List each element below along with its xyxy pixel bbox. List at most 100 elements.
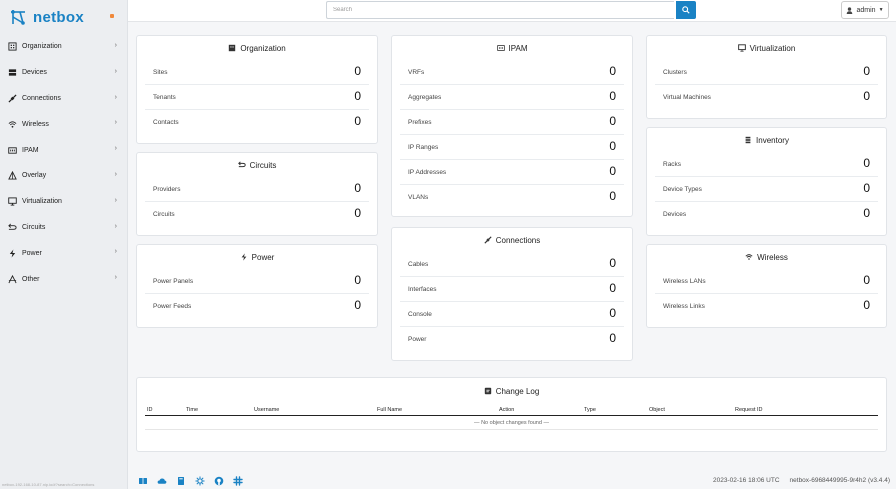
sidebar-item-label: Overlay [22, 172, 47, 180]
sidebar-toggle[interactable] [110, 14, 114, 18]
stat-row-power-panels[interactable]: Power Panels 0 [145, 269, 369, 294]
sidebar-item-other[interactable]: Other › [0, 266, 127, 292]
book-icon[interactable] [176, 476, 186, 486]
stat-row-console[interactable]: Console 0 [400, 302, 624, 327]
search-input[interactable] [326, 1, 674, 19]
stat-label[interactable]: Racks [663, 161, 681, 168]
card-title: Change Log [495, 386, 540, 396]
stat-row-aggregates[interactable]: Aggregates 0 [400, 85, 624, 110]
sidebar-item-power[interactable]: Power › [0, 240, 127, 266]
card-header: Virtualization [647, 36, 886, 60]
stat-label[interactable]: Device Types [663, 186, 702, 193]
card-title: Connections [495, 235, 541, 245]
chevron-right-icon: › [114, 42, 117, 49]
column-header-type: Type [584, 407, 596, 413]
caret-down-icon: ▼ [878, 7, 884, 13]
sidebar-item-label: Wireless [22, 120, 49, 128]
stat-value: 0 [609, 306, 616, 320]
stat-label[interactable]: Power [408, 336, 426, 343]
sidebar-item-circuits[interactable]: Circuits › [0, 215, 127, 241]
stat-label[interactable]: Circuits [153, 211, 175, 218]
cloud-icon[interactable] [157, 476, 167, 486]
stat-row-devices[interactable]: Devices 0 [655, 202, 878, 227]
stat-row-providers[interactable]: Providers 0 [145, 177, 369, 202]
stat-label[interactable]: Console [408, 311, 432, 318]
stat-label[interactable]: IP Addresses [408, 169, 446, 176]
stat-row-power[interactable]: Power 0 [400, 327, 624, 352]
search-button[interactable] [676, 1, 696, 19]
stat-row-prefixes[interactable]: Prefixes 0 [400, 110, 624, 135]
ipam-card: IPAM VRFs 0 Aggregates 0 Prefixes 0 IP Rang… [391, 35, 633, 217]
stat-label[interactable]: Interfaces [408, 286, 437, 293]
stat-label[interactable]: Wireless Links [663, 303, 705, 310]
netbox-logo-icon [11, 10, 25, 25]
stat-value: 0 [354, 206, 361, 220]
stat-label[interactable]: Clusters [663, 69, 687, 76]
circuit-icon [237, 161, 246, 169]
stat-label[interactable]: Devices [663, 211, 686, 218]
sidebar-item-virtualization[interactable]: Virtualization › [0, 189, 127, 215]
card-title: IPAM [508, 43, 528, 53]
stat-row-tenants[interactable]: Tenants 0 [145, 85, 369, 110]
sidebar-item-overlay[interactable]: Overlay › [0, 163, 127, 189]
sidebar-item-connections[interactable]: Connections › [0, 86, 127, 112]
slack-icon[interactable] [233, 476, 243, 486]
stat-label[interactable]: Tenants [153, 94, 176, 101]
stat-label[interactable]: VRFs [408, 69, 424, 76]
docs-icon[interactable] [138, 476, 148, 486]
sidebar-item-organization[interactable]: Organization › [0, 34, 127, 60]
counter-icon [496, 44, 505, 52]
stat-label[interactable]: Providers [153, 186, 180, 193]
stat-row-cables[interactable]: Cables 0 [400, 252, 624, 277]
stat-value: 0 [609, 89, 616, 103]
stat-row-clusters[interactable]: Clusters 0 [655, 60, 878, 85]
stat-row-circuits[interactable]: Circuits 0 [145, 202, 369, 227]
sidebar-item-devices[interactable]: Devices › [0, 60, 127, 86]
github-icon[interactable] [214, 476, 224, 486]
stat-label[interactable]: Virtual Machines [663, 94, 711, 101]
changelog-card: Change Log ID Time Username Full Name Ac… [136, 377, 887, 452]
stat-label[interactable]: Contacts [153, 119, 179, 126]
counter-icon [7, 145, 17, 155]
stat-label[interactable]: IP Ranges [408, 144, 438, 151]
other-icon [7, 274, 17, 284]
stat-label[interactable]: Power Panels [153, 278, 193, 285]
stat-row-wireless-links[interactable]: Wireless Links 0 [655, 294, 878, 319]
stat-row-vrfs[interactable]: VRFs 0 [400, 60, 624, 85]
rack-icon [744, 136, 752, 144]
stat-label[interactable]: Wireless LANs [663, 278, 706, 285]
stat-row-vlans[interactable]: VLANs 0 [400, 185, 624, 210]
stat-row-interfaces[interactable]: Interfaces 0 [400, 277, 624, 302]
building-icon [7, 42, 17, 52]
chevron-right-icon: › [114, 93, 117, 101]
stat-label[interactable]: Prefixes [408, 119, 431, 126]
stat-label[interactable]: Power Feeds [153, 303, 191, 310]
stat-row-device-types[interactable]: Device Types 0 [655, 177, 878, 202]
stat-label[interactable]: Sites [153, 69, 167, 76]
stat-row-ip-ranges[interactable]: IP Ranges 0 [400, 135, 624, 160]
card-header: Circuits [137, 153, 377, 177]
stat-row-contacts[interactable]: Contacts 0 [145, 110, 369, 135]
virtualization-card: Virtualization Clusters 0 Virtual Machine… [646, 35, 887, 119]
chevron-right-icon: › [114, 119, 117, 127]
stat-label[interactable]: Aggregates [408, 94, 441, 101]
chevron-right-icon: › [114, 222, 117, 230]
stat-label[interactable]: VLANs [408, 194, 428, 201]
bolt-icon [240, 253, 248, 261]
sidebar-item-ipam[interactable]: IPAM › [0, 137, 127, 163]
brand[interactable]: netbox [0, 0, 127, 34]
stat-row-sites[interactable]: Sites 0 [145, 60, 369, 85]
column-header-time: Time [186, 407, 199, 413]
stat-label[interactable]: Cables [408, 261, 428, 268]
stat-value: 0 [863, 89, 870, 103]
footer-version: netbox-6968449995-9r4h2 (v3.4.4) [789, 477, 890, 484]
user-menu-button[interactable]: admin ▼ [841, 1, 889, 19]
api-icon[interactable] [195, 476, 205, 486]
sidebar-item-wireless[interactable]: Wireless › [0, 111, 127, 137]
connection-icon [7, 93, 17, 103]
stat-row-power-feeds[interactable]: Power Feeds 0 [145, 294, 369, 319]
stat-row-ip-addresses[interactable]: IP Addresses 0 [400, 160, 624, 185]
stat-row-racks[interactable]: Racks 0 [655, 152, 878, 177]
stat-row-wireless-lans[interactable]: Wireless LANs 0 [655, 269, 878, 294]
stat-row-virtual-machines[interactable]: Virtual Machines 0 [655, 85, 878, 110]
